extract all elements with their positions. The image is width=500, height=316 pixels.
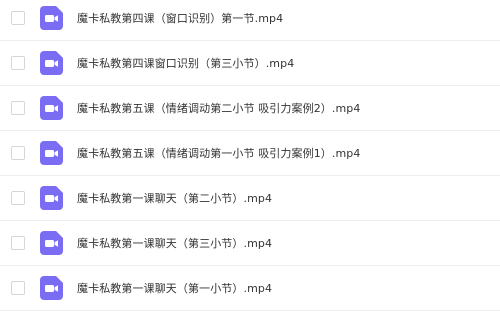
file-row[interactable]: 魔卡私教第四课窗口识别（第三小节）.mp4	[0, 41, 500, 86]
row-checkbox[interactable]	[11, 236, 25, 250]
file-row[interactable]: 魔卡私教第四课（窗口识别）第一节.mp4	[0, 0, 500, 41]
file-name[interactable]: 魔卡私教第五课（情绪调动第一小节 吸引力案例1）.mp4	[77, 145, 361, 161]
file-list: 魔卡私教第四课（窗口识别）第一节.mp4 魔卡私教第四课窗口识别（第三小节）.m…	[0, 0, 500, 316]
file-name[interactable]: 魔卡私教第一课聊天（第二小节）.mp4	[77, 190, 272, 206]
video-file-icon	[40, 96, 63, 120]
video-file-icon	[40, 276, 63, 300]
row-checkbox[interactable]	[11, 56, 25, 70]
video-file-icon	[40, 6, 63, 30]
video-file-icon	[40, 231, 63, 255]
file-name[interactable]: 魔卡私教第一课聊天（第一小节）.mp4	[77, 280, 272, 296]
row-checkbox[interactable]	[11, 281, 25, 295]
video-file-icon	[40, 186, 63, 210]
video-file-icon	[40, 141, 63, 165]
row-checkbox[interactable]	[11, 101, 25, 115]
file-name[interactable]: 魔卡私教第五课（情绪调动第二小节 吸引力案例2）.mp4	[77, 100, 361, 116]
row-checkbox[interactable]	[11, 146, 25, 160]
row-checkbox[interactable]	[11, 11, 25, 25]
file-row[interactable]: 魔卡私教第一课聊天（第二小节）.mp4	[0, 176, 500, 221]
file-row[interactable]: 魔卡私教第一课聊天（第一小节）.mp4	[0, 266, 500, 311]
file-name[interactable]: 魔卡私教第一课聊天（第三小节）.mp4	[77, 235, 272, 251]
file-row[interactable]: 魔卡私教第五课（情绪调动第二小节 吸引力案例2）.mp4	[0, 86, 500, 131]
file-row[interactable]: 魔卡私教第一课聊天（第三小节）.mp4	[0, 221, 500, 266]
file-row[interactable]: 魔卡私教第五课（情绪调动第一小节 吸引力案例1）.mp4	[0, 131, 500, 176]
file-name[interactable]: 魔卡私教第四课（窗口识别）第一节.mp4	[77, 10, 283, 26]
row-checkbox[interactable]	[11, 191, 25, 205]
video-file-icon	[40, 51, 63, 75]
file-name[interactable]: 魔卡私教第四课窗口识别（第三小节）.mp4	[77, 55, 294, 71]
